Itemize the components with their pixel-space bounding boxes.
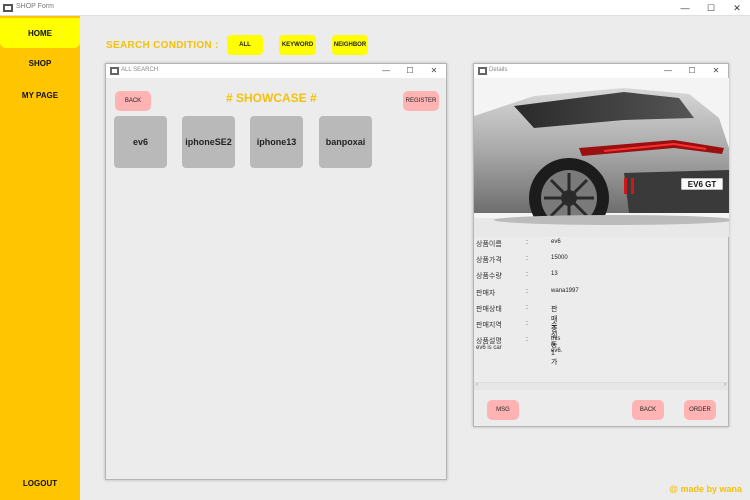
showcase-heading: # SHOWCASE #	[226, 91, 317, 105]
close-button[interactable]: ✕	[704, 64, 728, 78]
filter-neighbor-button[interactable]: NEIGHBOR	[332, 35, 368, 55]
product-card[interactable]: ev6	[114, 116, 167, 168]
msg-button[interactable]: MSG	[487, 400, 519, 420]
register-button[interactable]: REGISTER	[403, 91, 439, 111]
horizontal-scrollbar[interactable]: ‹ ›	[474, 382, 728, 390]
product-card[interactable]: banpoxai	[319, 116, 372, 168]
window-icon	[110, 67, 119, 75]
maximize-button[interactable]: ☐	[698, 0, 724, 16]
details-title: Details	[489, 67, 508, 73]
main-titlebar: SHOP Form — ☐ ✕	[0, 0, 750, 16]
logout-button[interactable]: LOGOUT	[0, 468, 80, 498]
details-window: Details — ☐ ✕ EV6 GT 상품이름: ev6 상품가격: 1…	[473, 63, 729, 427]
app-icon	[3, 4, 13, 12]
product-image: EV6 GT	[474, 78, 729, 237]
maximize-button[interactable]: ☐	[398, 64, 422, 78]
close-button[interactable]: ✕	[724, 0, 750, 16]
minimize-button[interactable]: —	[656, 64, 680, 78]
all-search-window: ALL SEARCH — ☐ ✕ BACK # SHOWCASE # REGIS…	[105, 63, 447, 480]
window-title: SHOP Form	[16, 3, 54, 10]
maximize-button[interactable]: ☐	[680, 64, 704, 78]
details-titlebar: Details — ☐ ✕	[474, 64, 728, 78]
all-search-titlebar: ALL SEARCH — ☐ ✕	[106, 64, 446, 78]
close-button[interactable]: ✕	[422, 64, 446, 78]
filter-keyword-button[interactable]: KEYWORD	[279, 35, 316, 55]
product-card[interactable]: iphoneSE2	[182, 116, 235, 168]
scroll-right-icon[interactable]: ›	[724, 382, 726, 388]
back-button[interactable]: BACK	[632, 400, 664, 420]
sidebar: HOME SHOP MY PAGE LOGOUT	[0, 16, 80, 500]
product-card[interactable]: iphone13	[250, 116, 303, 168]
sidebar-item-home[interactable]: HOME	[0, 18, 80, 48]
minimize-button[interactable]: —	[672, 0, 698, 16]
plate-text: EV6 GT	[688, 180, 717, 189]
search-condition-label: SEARCH CONDITION :	[106, 40, 219, 51]
filter-all-button[interactable]: ALL	[227, 35, 263, 55]
window-icon	[478, 67, 487, 75]
order-button[interactable]: ORDER	[684, 400, 716, 420]
scroll-left-icon[interactable]: ‹	[476, 382, 478, 388]
all-search-title: ALL SEARCH	[121, 67, 159, 73]
car-image: EV6 GT	[474, 78, 729, 237]
sidebar-item-shop[interactable]: SHOP	[0, 48, 80, 78]
minimize-button[interactable]: —	[374, 64, 398, 78]
description-text: ev6 is car	[476, 345, 502, 351]
credit-text: @ made by wana	[669, 484, 742, 494]
sidebar-item-mypage[interactable]: MY PAGE	[0, 80, 80, 110]
back-button[interactable]: BACK	[115, 91, 151, 111]
